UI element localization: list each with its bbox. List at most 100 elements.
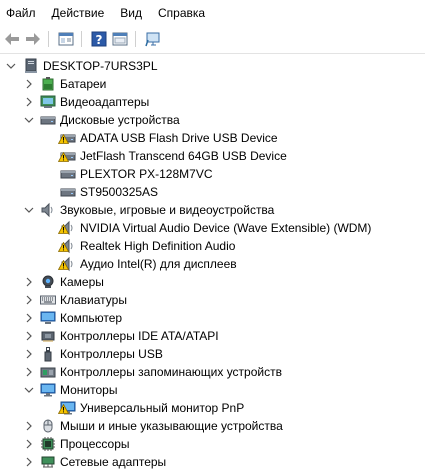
tree-category[interactable]: Мониторы	[0, 381, 425, 399]
tree-category[interactable]: Камеры	[0, 273, 425, 291]
tree-category[interactable]: Батареи	[0, 75, 425, 93]
chevron-right-icon[interactable]	[24, 96, 34, 108]
tree-category[interactable]: Контроллеры USB	[0, 345, 425, 363]
network-adapter-icon	[40, 454, 56, 470]
chevron-right-icon[interactable]	[24, 456, 34, 468]
view-button[interactable]	[111, 30, 129, 48]
back-button[interactable]	[3, 30, 21, 48]
properties-icon	[58, 32, 74, 46]
chevron-right-icon[interactable]	[24, 294, 34, 306]
tree-category-label: Клавиатуры	[60, 293, 127, 307]
tree-root[interactable]: DESKTOP-7URS3PL	[0, 57, 425, 75]
tree-category-label: Видеоадаптеры	[60, 95, 150, 109]
tree-category-label: Контроллеры запоминающих устройств	[60, 365, 282, 379]
tree-category-label: Процессоры	[60, 437, 130, 451]
monitor-icon	[40, 382, 56, 398]
chevron-right-icon[interactable]	[24, 312, 34, 324]
monitor-icon	[57, 400, 76, 416]
menu-item-0[interactable]: Файл	[0, 0, 44, 27]
tree-device[interactable]: Аудио Intel(R) для дисплеев	[0, 255, 425, 273]
battery-icon	[40, 76, 56, 92]
tree-category[interactable]: Клавиатуры	[0, 291, 425, 309]
mouse-icon	[40, 418, 56, 434]
chevron-down-icon[interactable]	[24, 114, 34, 126]
tree-device[interactable]: ST9500325AS	[0, 183, 425, 201]
forward-arrow-icon	[26, 33, 40, 45]
chevron-down-icon[interactable]	[24, 384, 34, 396]
toolbar-separator	[48, 31, 49, 47]
properties-button[interactable]	[57, 30, 75, 48]
toolbar: ?	[0, 28, 425, 50]
help-button[interactable]: ?	[90, 30, 108, 48]
tree-device-label: JetFlash Transcend 64GB USB Device	[80, 149, 287, 163]
device-tree: DESKTOP-7URS3PL Батареи Видеоадаптеры Диск…	[0, 57, 425, 471]
storage-controller-icon	[40, 364, 56, 380]
tree-device-label: Realtek High Definition Audio	[80, 239, 236, 253]
toolbar-separator	[135, 31, 136, 47]
tree-category[interactable]: Сетевые адаптеры	[0, 453, 425, 471]
chevron-right-icon[interactable]	[24, 366, 34, 378]
monitor-scan-icon	[145, 32, 160, 47]
chevron-right-icon[interactable]	[24, 348, 34, 360]
chevron-right-icon[interactable]	[24, 420, 34, 432]
ide-controller-icon	[40, 328, 56, 344]
tree-device-label: Универсальный монитор PnP	[80, 401, 245, 415]
tree-device-label: Аудио Intel(R) для дисплеев	[80, 257, 237, 271]
back-arrow-icon	[5, 33, 19, 45]
menu-item-1[interactable]: Действие	[44, 0, 113, 27]
tree-category[interactable]: Процессоры	[0, 435, 425, 453]
chevron-right-icon[interactable]	[24, 78, 34, 90]
tree-category-label: Батареи	[60, 77, 107, 91]
menu-item-3[interactable]: Справка	[150, 0, 213, 27]
drive-icon	[57, 148, 76, 164]
tree-category-label: Звуковые, игровые и видеоустройства	[60, 203, 275, 217]
warning-icon	[57, 133, 70, 147]
tree-category[interactable]: Дисковые устройства	[0, 111, 425, 129]
warning-icon	[57, 241, 70, 255]
tree-category[interactable]: Контроллеры запоминающих устройств	[0, 363, 425, 381]
chevron-down-icon[interactable]	[6, 60, 16, 72]
tree-category-label: Камеры	[60, 275, 104, 289]
tree-category[interactable]: Контроллеры IDE ATA/ATAPI	[0, 327, 425, 345]
processor-icon	[40, 436, 56, 452]
tree-category-label: Контроллеры IDE ATA/ATAPI	[60, 329, 219, 343]
display-adapter-icon	[40, 94, 56, 110]
forward-button[interactable]	[24, 30, 42, 48]
warning-icon	[57, 259, 70, 273]
audio-device-icon	[57, 238, 76, 255]
drive-icon	[60, 166, 76, 182]
usb-icon	[40, 346, 56, 362]
tree-category-label: Мыши и иные указывающие устройства	[60, 419, 283, 433]
tree-device[interactable]: Realtek High Definition Audio	[0, 237, 425, 255]
scan-hardware-button[interactable]	[144, 30, 162, 48]
tree-category[interactable]: Компьютер	[0, 309, 425, 327]
tree-device-label: NVIDIA Virtual Audio Device (Wave Extens…	[80, 221, 372, 235]
tree-device[interactable]: JetFlash Transcend 64GB USB Device	[0, 147, 425, 165]
tree-device[interactable]: ADATA USB Flash Drive USB Device	[0, 129, 425, 147]
tree-device[interactable]: PLEXTOR PX-128M7VC	[0, 165, 425, 183]
speaker-icon	[40, 202, 56, 218]
toolbar-divider	[0, 53, 425, 54]
chevron-right-icon[interactable]	[24, 438, 34, 450]
view-icon	[112, 32, 128, 46]
toolbar-separator	[81, 31, 82, 47]
tree-category[interactable]: Звуковые, игровые и видеоустройства	[0, 201, 425, 219]
tree-device[interactable]: Универсальный монитор PnP	[0, 399, 425, 417]
audio-device-icon	[57, 220, 76, 237]
tree-category[interactable]: Мыши и иные указывающие устройства	[0, 417, 425, 435]
svg-text:?: ?	[96, 33, 103, 47]
warning-icon	[57, 223, 70, 237]
category-list: Батареи Видеоадаптеры Дисковые устройства A…	[0, 75, 425, 471]
tree-category-label: Мониторы	[60, 383, 118, 397]
chevron-right-icon[interactable]	[24, 330, 34, 342]
computer-icon	[40, 310, 56, 326]
disk-drive-icon	[40, 112, 56, 128]
keyboard-icon	[40, 292, 56, 308]
audio-device-icon	[57, 256, 76, 273]
tree-category-label: Сетевые адаптеры	[60, 455, 167, 469]
tree-device[interactable]: NVIDIA Virtual Audio Device (Wave Extens…	[0, 219, 425, 237]
chevron-down-icon[interactable]	[24, 204, 34, 216]
menu-item-2[interactable]: Вид	[112, 0, 150, 27]
tree-category[interactable]: Видеоадаптеры	[0, 93, 425, 111]
chevron-right-icon[interactable]	[24, 276, 34, 288]
